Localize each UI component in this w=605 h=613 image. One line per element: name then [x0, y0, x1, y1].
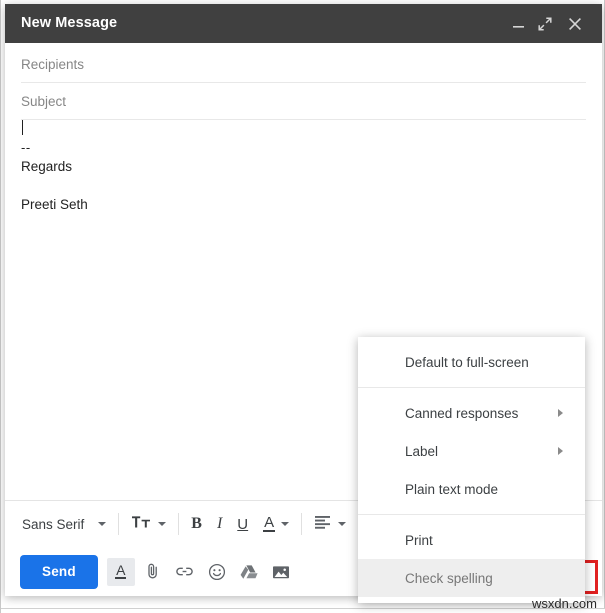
italic-icon: I — [216, 515, 223, 532]
page-bottom-strip — [1, 608, 605, 613]
close-button[interactable] — [562, 4, 588, 43]
font-size-dropdown[interactable] — [126, 509, 171, 539]
attach-file-icon[interactable] — [139, 558, 167, 586]
body-caret-line — [21, 119, 586, 138]
recipients-placeholder: Recipients — [21, 56, 85, 72]
page-frame: New Message Recipients Subject -- Regard… — [0, 0, 605, 613]
insert-drive-icon[interactable] — [235, 558, 263, 586]
font-family-dropdown[interactable]: Sans Serif — [17, 509, 111, 539]
align-dropdown[interactable] — [309, 509, 351, 539]
menu-divider — [358, 387, 585, 388]
menu-item-plain-text-mode[interactable]: Plain text mode — [358, 470, 585, 508]
expand-diagonal-icon — [538, 16, 552, 31]
text-caret — [22, 120, 23, 135]
text-size-icon — [131, 514, 151, 535]
menu-item-label: Label — [405, 443, 439, 459]
chevron-down-icon — [158, 522, 167, 526]
menu-item-label: Print — [405, 532, 433, 548]
insert-link-icon[interactable] — [171, 558, 199, 586]
more-options-menu: Default to full-screen Canned responses … — [358, 337, 585, 603]
compose-window-header: New Message — [5, 4, 602, 43]
menu-item-label: Check spelling — [405, 570, 493, 586]
menu-divider — [358, 514, 585, 515]
font-family-label: Sans Serif — [22, 516, 85, 532]
menu-item-default-to-full-screen[interactable]: Default to full-screen — [358, 343, 585, 381]
insert-photo-icon[interactable] — [267, 558, 295, 586]
format-a-glyph: A — [115, 562, 127, 579]
menu-item-label: Plain text mode — [405, 481, 499, 497]
minimize-button[interactable] — [505, 4, 531, 43]
send-button[interactable]: Send — [20, 554, 98, 589]
menu-item-print[interactable]: Print — [358, 521, 585, 559]
toolbar-divider — [178, 513, 180, 535]
subject-placeholder: Subject — [21, 93, 67, 109]
recipients-field[interactable]: Recipients — [21, 46, 586, 83]
toolbar-divider — [301, 513, 303, 535]
bold-button[interactable]: B — [186, 509, 207, 539]
formatting-options-icon[interactable]: A — [106, 557, 135, 586]
menu-item-label: Canned responses — [405, 405, 519, 421]
italic-button[interactable]: I — [212, 509, 227, 539]
text-color-dropdown[interactable]: A — [258, 509, 294, 539]
toolbar-divider — [118, 513, 120, 535]
insert-emoji-icon[interactable] — [203, 558, 231, 586]
underline-icon: U — [237, 515, 249, 533]
chevron-down-icon — [338, 522, 347, 526]
chevron-right-icon — [558, 447, 563, 455]
align-left-icon — [314, 515, 331, 534]
menu-item-label[interactable]: Label — [358, 432, 585, 470]
menu-item-check-spelling[interactable]: Check spelling — [358, 559, 585, 597]
compose-window-title: New Message — [21, 15, 118, 31]
subject-field[interactable]: Subject — [21, 83, 586, 120]
menu-item-canned-responses[interactable]: Canned responses — [358, 394, 585, 432]
minimize-icon — [512, 17, 525, 30]
attachment-icon-group: A — [106, 557, 299, 586]
chevron-down-icon — [98, 522, 107, 526]
watermark: wsxdn.com — [531, 596, 597, 611]
signature-separator: -- — [21, 140, 31, 155]
close-icon — [568, 17, 582, 31]
signature-greeting: Regards — [21, 159, 73, 174]
chevron-right-icon — [558, 409, 563, 417]
bold-icon: B — [191, 515, 202, 532]
underline-button[interactable]: U — [232, 509, 253, 539]
menu-item-label: Default to full-screen — [405, 354, 529, 370]
text-color-icon: A — [263, 514, 276, 532]
chevron-down-icon — [281, 522, 290, 526]
signature-spacer — [21, 176, 586, 195]
signature-name: Preeti Seth — [21, 197, 88, 212]
expand-button[interactable] — [532, 4, 558, 43]
